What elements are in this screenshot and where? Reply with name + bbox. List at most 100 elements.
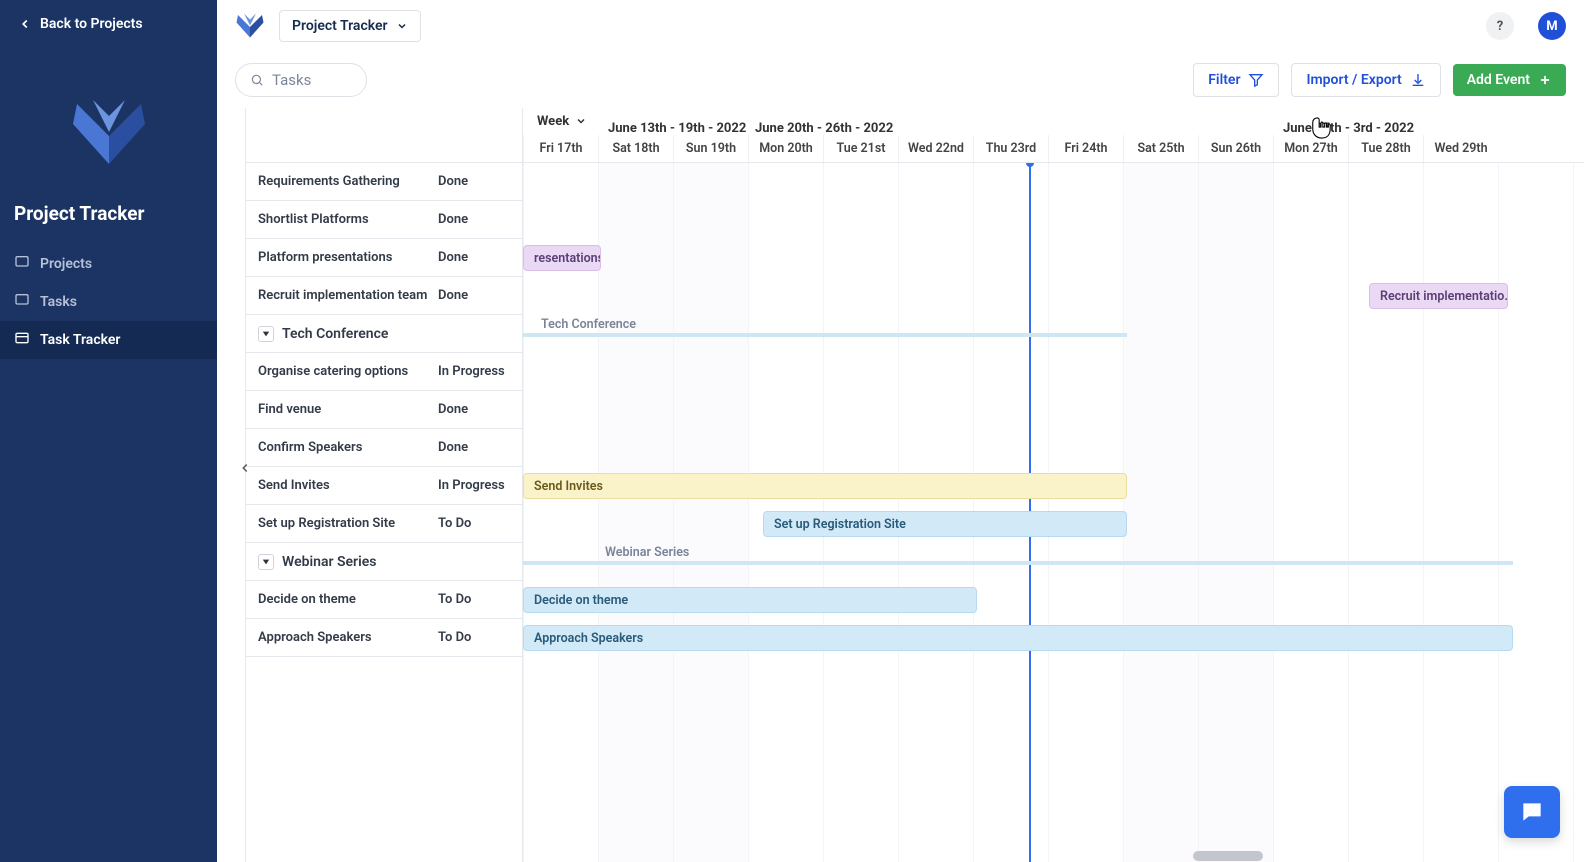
day-header: Sat 25th bbox=[1123, 135, 1198, 162]
search-field-wrap[interactable] bbox=[235, 63, 367, 97]
task-group-header[interactable]: Webinar Series bbox=[246, 543, 522, 581]
chevron-left-icon bbox=[18, 17, 32, 31]
app-logo-small[interactable] bbox=[235, 9, 265, 43]
nav-icon bbox=[14, 254, 30, 274]
back-label: Back to Projects bbox=[40, 16, 143, 32]
timeline-range-dropdown[interactable]: Week bbox=[523, 114, 587, 129]
timeline-row bbox=[523, 163, 1584, 201]
timeline-task-bar[interactable]: Recruit implementatio… bbox=[1369, 283, 1508, 309]
task-row[interactable]: Send InvitesIn Progress bbox=[246, 467, 522, 505]
task-status: Done bbox=[438, 250, 510, 265]
collapse-triangle-icon[interactable] bbox=[258, 326, 274, 342]
scrollbar-thumb[interactable] bbox=[1193, 851, 1263, 861]
import-export-button[interactable]: Import / Export bbox=[1291, 63, 1440, 97]
search-input[interactable] bbox=[272, 71, 352, 89]
day-header: Fri 17th bbox=[523, 135, 598, 162]
week-range-label: June 13th - 19th - 2022 bbox=[608, 121, 746, 136]
back-to-projects-button[interactable]: Back to Projects bbox=[0, 0, 217, 48]
main-area: Project Tracker ? M Filter Import / Expo… bbox=[217, 0, 1584, 862]
sidebar-item-projects[interactable]: Projects bbox=[0, 245, 217, 283]
day-header: Wed 29th bbox=[1423, 135, 1498, 162]
filter-icon bbox=[1248, 72, 1264, 88]
user-avatar[interactable]: M bbox=[1538, 12, 1566, 40]
task-list-pane: Requirements GatheringDoneShortlist Plat… bbox=[245, 108, 523, 862]
task-name: Find venue bbox=[258, 402, 438, 417]
chevron-down-icon bbox=[396, 20, 408, 32]
collapse-task-pane-button[interactable] bbox=[235, 458, 255, 478]
task-row[interactable]: Set up Registration SiteTo Do bbox=[246, 505, 522, 543]
day-header: Thu 23rd bbox=[973, 135, 1048, 162]
search-icon bbox=[250, 72, 264, 88]
task-row[interactable]: Shortlist PlatformsDone bbox=[246, 201, 522, 239]
timeline-pane: Week June 13th - 19th - 2022 June 20th - … bbox=[523, 108, 1584, 862]
task-row[interactable]: Requirements GatheringDone bbox=[246, 163, 522, 201]
task-status: To Do bbox=[438, 630, 510, 645]
collapse-triangle-icon[interactable] bbox=[258, 554, 274, 570]
timeline-row: Recruit implementatio… bbox=[523, 277, 1584, 315]
task-row[interactable]: Decide on themeTo Do bbox=[246, 581, 522, 619]
timeline-task-bar[interactable]: resentations bbox=[523, 245, 601, 271]
task-name: Approach Speakers bbox=[258, 630, 438, 645]
timeline-task-bar[interactable]: Approach Speakers bbox=[523, 625, 1513, 651]
chevron-down-icon bbox=[575, 115, 587, 127]
project-dropdown[interactable]: Project Tracker bbox=[279, 10, 421, 42]
timeline-row: Decide on theme bbox=[523, 581, 1584, 619]
filter-button[interactable]: Filter bbox=[1193, 63, 1279, 97]
timeline-task-bar[interactable]: Send Invites bbox=[523, 473, 1127, 499]
help-button[interactable]: ? bbox=[1486, 12, 1514, 40]
task-status: In Progress bbox=[438, 364, 510, 379]
task-name: Set up Registration Site bbox=[258, 516, 438, 531]
add-event-button[interactable]: Add Event bbox=[1453, 64, 1566, 96]
timeline-row: Tech Conference bbox=[523, 315, 1584, 353]
week-range-label: June 27th - 3rd - 2022 bbox=[1283, 121, 1414, 136]
sidebar-title: Project Tracker bbox=[0, 202, 217, 245]
task-status: To Do bbox=[438, 516, 510, 531]
toolbar: Filter Import / Export Add Event bbox=[217, 52, 1584, 108]
app-logo-large bbox=[0, 48, 217, 202]
task-row[interactable]: Confirm SpeakersDone bbox=[246, 429, 522, 467]
nav-label: Projects bbox=[40, 256, 92, 272]
task-name: Decide on theme bbox=[258, 592, 438, 607]
task-row[interactable]: Recruit implementation teamDone bbox=[246, 277, 522, 315]
timeline-task-bar[interactable]: Decide on theme bbox=[523, 587, 977, 613]
task-status: In Progress bbox=[438, 478, 510, 493]
task-row[interactable]: Platform presentationsDone bbox=[246, 239, 522, 277]
task-name: Platform presentations bbox=[258, 250, 438, 265]
content: Requirements GatheringDoneShortlist Plat… bbox=[217, 108, 1584, 862]
sidebar-item-tasks[interactable]: Tasks bbox=[0, 283, 217, 321]
plus-icon bbox=[1538, 73, 1552, 87]
nav-label: Tasks bbox=[40, 294, 77, 310]
timeline-body[interactable]: resentations Recruit implementatio… Tech C… bbox=[523, 163, 1584, 862]
timeline-group-bar[interactable] bbox=[523, 561, 1513, 565]
timeline-row: Set up Registration Site bbox=[523, 505, 1584, 543]
timeline-row: resentations bbox=[523, 239, 1584, 277]
chat-icon bbox=[1519, 799, 1545, 825]
chat-fab-button[interactable] bbox=[1504, 786, 1560, 838]
task-row[interactable]: Approach SpeakersTo Do bbox=[246, 619, 522, 657]
week-range-label: June 20th - 26th - 2022 bbox=[755, 121, 893, 136]
day-header: Tue 21st bbox=[823, 135, 898, 162]
task-status: To Do bbox=[438, 592, 510, 607]
timeline-group-bar[interactable] bbox=[523, 333, 1127, 337]
task-group-header[interactable]: Tech Conference bbox=[246, 315, 522, 353]
task-group-name: Tech Conference bbox=[282, 326, 510, 342]
horizontal-scrollbar[interactable] bbox=[523, 850, 1584, 862]
nav-icon bbox=[14, 292, 30, 312]
day-header: Wed 22nd bbox=[898, 135, 973, 162]
task-status: Done bbox=[438, 402, 510, 417]
day-header: Sun 26th bbox=[1198, 135, 1273, 162]
timeline-task-bar[interactable]: Set up Registration Site bbox=[763, 511, 1127, 537]
day-header: Mon 27th bbox=[1273, 135, 1348, 162]
sidebar-item-task-tracker[interactable]: Task Tracker bbox=[0, 321, 217, 359]
task-name: Confirm Speakers bbox=[258, 440, 438, 455]
timeline-row: Send Invites bbox=[523, 467, 1584, 505]
task-group-name: Webinar Series bbox=[282, 554, 510, 570]
day-header: Mon 20th bbox=[748, 135, 823, 162]
nav-label: Task Tracker bbox=[40, 332, 120, 348]
timeline-row bbox=[523, 353, 1584, 391]
task-name: Organise catering options bbox=[258, 364, 438, 379]
task-row[interactable]: Organise catering optionsIn Progress bbox=[246, 353, 522, 391]
task-row[interactable]: Find venueDone bbox=[246, 391, 522, 429]
nav-icon bbox=[14, 330, 30, 350]
task-name: Requirements Gathering bbox=[258, 174, 438, 189]
